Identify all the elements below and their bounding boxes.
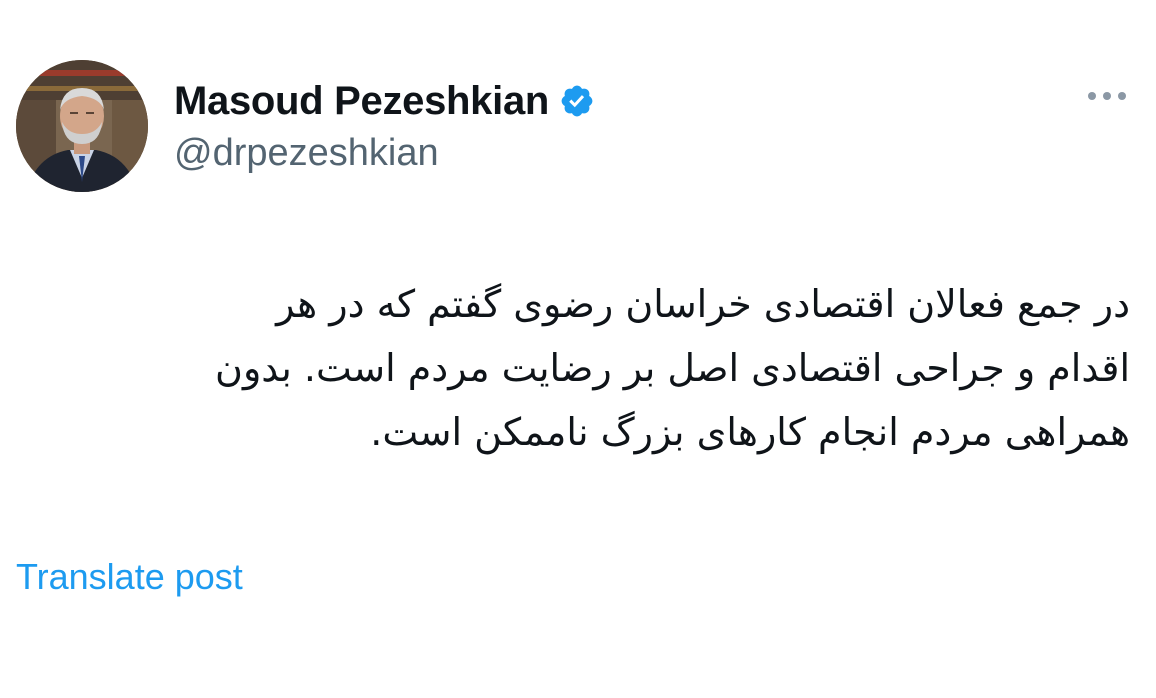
more-horizontal-icon[interactable] — [1088, 92, 1126, 100]
avatar[interactable] — [16, 60, 148, 192]
verified-badge-icon — [559, 83, 595, 119]
avatar-photo — [16, 60, 148, 192]
more-dot — [1118, 92, 1126, 100]
translate-post-link[interactable]: Translate post — [16, 556, 243, 598]
more-dot — [1088, 92, 1096, 100]
tweet-card: Masoud Pezeshkian @drpezeshkian در جمع ف… — [0, 0, 1156, 698]
author-display-name[interactable]: Masoud Pezeshkian — [174, 79, 549, 124]
tweet-text: در جمع فعالان اقتصادی خراسان رضوی گفتم ک… — [20, 272, 1130, 464]
author-handle[interactable]: @drpezeshkian — [174, 132, 439, 175]
tweet-text-line: اقدام و جراحی اقتصادی اصل بر رضایت مردم … — [215, 346, 1130, 390]
tweet-text-line: در جمع فعالان اقتصادی خراسان رضوی گفتم ک… — [276, 282, 1130, 326]
tweet-text-line: همراهی مردم انجام کارهای بزرگ ناممکن است… — [370, 410, 1130, 454]
author-name-row: Masoud Pezeshkian — [174, 76, 595, 126]
more-dot — [1103, 92, 1111, 100]
